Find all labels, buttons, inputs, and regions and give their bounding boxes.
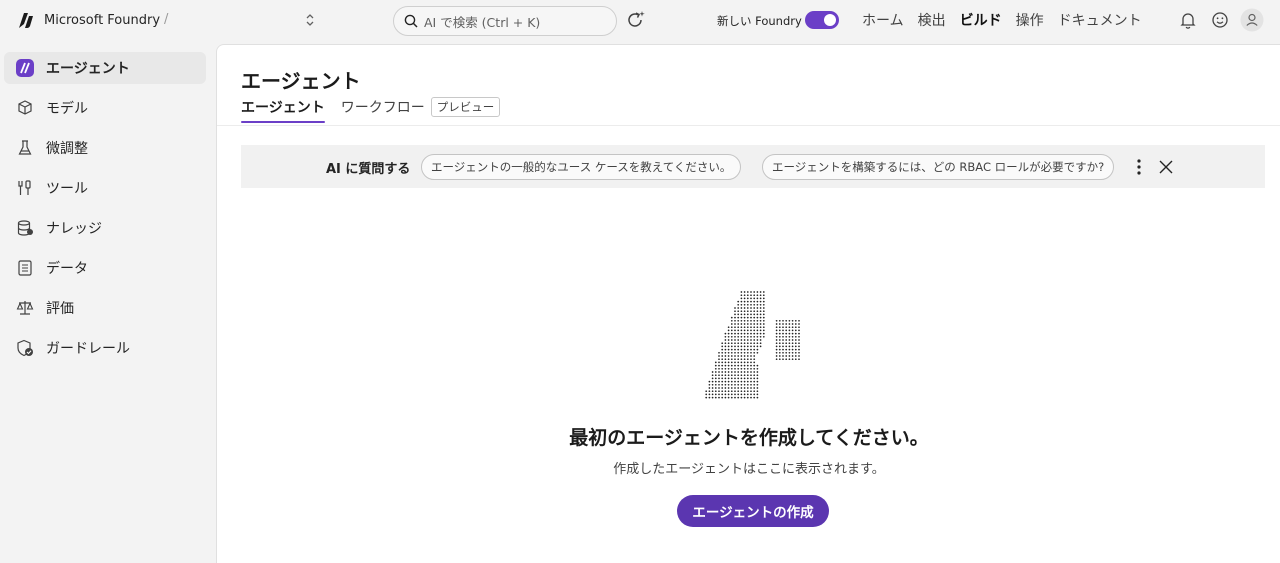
tab-list: エージェント ワークフロー プレビュー: [241, 97, 501, 123]
search-input[interactable]: AI で検索 (Ctrl + K): [393, 6, 617, 36]
tab-agents[interactable]: エージェント: [241, 97, 325, 123]
project-switcher-chevron-icon[interactable]: [303, 12, 317, 28]
tab-workflow-label: ワークフロー: [340, 100, 425, 116]
sidebar-item-label: データ: [46, 261, 88, 277]
main-panel: エージェント エージェント ワークフロー プレビュー AI に質問する エージェ…: [216, 44, 1280, 563]
sidebar-item-data[interactable]: データ: [4, 252, 206, 284]
avatar-icon[interactable]: [1240, 8, 1264, 32]
new-foundry-toggle[interactable]: [805, 11, 839, 29]
empty-state-subtitle: 作成したエージェントはここに表示されます。: [613, 462, 885, 477]
tab-workflow[interactable]: ワークフロー プレビュー: [341, 97, 501, 123]
sidebar-item-label: 微調整: [46, 141, 88, 157]
sidebar-item-tools[interactable]: ツール: [4, 172, 206, 204]
breadcrumb-separator: /: [164, 12, 169, 27]
nav-operate[interactable]: 操作: [1016, 10, 1044, 30]
search-placeholder: AI で検索 (Ctrl + K): [424, 14, 541, 30]
sidebar-item-label: ナレッジ: [46, 221, 102, 237]
brand[interactable]: Microsoft Foundry: [16, 10, 160, 30]
cube-icon: [18, 100, 32, 115]
sidebar-item-label: エージェント: [46, 61, 130, 77]
brand-name: Microsoft Foundry: [44, 12, 161, 28]
sidebar-item-evaluation[interactable]: 評価: [4, 292, 206, 324]
nav-build[interactable]: ビルド: [960, 10, 1002, 30]
feedback-smiley-icon[interactable]: [1210, 10, 1230, 30]
suggestion-pill[interactable]: エージェントを構築するには、どの RBAC ロールが必要ですか?: [762, 154, 1115, 180]
suggestion-pill[interactable]: エージェントの一般的なユース ケースを教えてください。: [421, 154, 742, 180]
sidebar-item-label: ツール: [46, 181, 88, 197]
tools-icon: [18, 180, 31, 195]
create-agent-button[interactable]: エージェントの作成: [677, 495, 829, 527]
sidebar-item-finetune[interactable]: 微調整: [4, 132, 206, 164]
bell-icon[interactable]: [1178, 10, 1198, 30]
shield-check-icon: [17, 339, 33, 357]
new-foundry-label: 新しい Foundry: [717, 14, 802, 28]
empty-state-title: 最初のエージェントを作成してください。: [569, 427, 929, 449]
sidebar-item-guardrails[interactable]: ガードレール: [4, 332, 206, 364]
close-icon[interactable]: [1158, 159, 1174, 175]
top-nav: ホーム 検出 ビルド 操作 ドキュメント: [862, 10, 1156, 30]
ask-ai-bar: AI に質問する エージェントの一般的なユース ケースを教えてください。 エージ…: [241, 145, 1265, 188]
page-title: エージェント: [241, 69, 361, 93]
sidebar-item-knowledge[interactable]: ナレッジ: [4, 212, 206, 244]
tabs-divider: [217, 125, 1280, 126]
sidebar: エージェント モデル 微調整 ツール ナレッジ データ 評価 ガードレール: [0, 44, 212, 563]
sidebar-item-models[interactable]: モデル: [4, 92, 206, 124]
nav-docs[interactable]: ドキュメント: [1058, 10, 1142, 30]
search-icon: [404, 14, 418, 28]
nav-discover[interactable]: 検出: [918, 10, 946, 30]
foundry-logo-icon: [19, 13, 33, 28]
preview-badge: プレビュー: [430, 97, 501, 117]
sidebar-item-label: ガードレール: [46, 341, 130, 357]
sparkle-refresh-icon[interactable]: [624, 9, 646, 31]
sidebar-item-agents[interactable]: エージェント: [4, 52, 206, 84]
top-bar: Microsoft Foundry / AI で検索 (Ctrl + K) 新し…: [0, 0, 1280, 42]
more-options-icon[interactable]: [1131, 157, 1147, 177]
scale-icon: [16, 301, 34, 315]
database-icon: [17, 220, 33, 236]
document-icon: [18, 260, 32, 276]
agent-icon: [16, 59, 34, 77]
sidebar-item-label: 評価: [46, 301, 74, 317]
flask-icon: [18, 140, 32, 155]
agent-empty-illustration: [705, 291, 800, 399]
ask-ai-label: AI に質問する: [326, 162, 411, 177]
nav-home[interactable]: ホーム: [862, 10, 904, 30]
sidebar-item-label: モデル: [46, 101, 88, 117]
